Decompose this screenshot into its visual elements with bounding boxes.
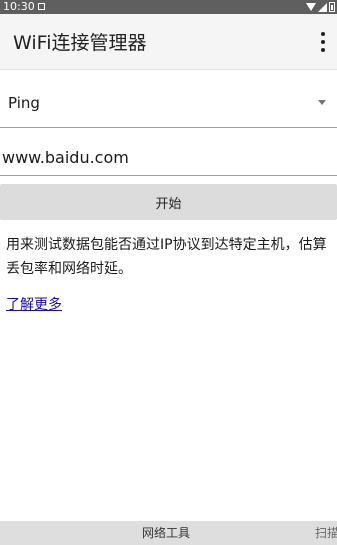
battery-icon [329, 2, 335, 12]
wifi-icon [306, 3, 316, 11]
learn-more-link[interactable]: 了解更多 [6, 293, 62, 317]
status-indicators [306, 0, 335, 14]
notification-icon [38, 3, 45, 10]
tab-scan[interactable]: 扫描 [315, 521, 337, 545]
host-input[interactable] [0, 140, 337, 176]
status-bar: 10:30 [0, 0, 337, 14]
overflow-dot [321, 48, 325, 52]
spinner-selected-value: Ping [8, 94, 40, 112]
app-title: WiFi连接管理器 [13, 32, 147, 54]
chevron-down-icon [318, 100, 326, 105]
tab-network-tools[interactable]: 网络工具 [142, 521, 190, 545]
description-text: 用来测试数据包能否通过IP协议到达特定主机，估算丢包率和网络时延。 [6, 237, 327, 277]
signal-icon [318, 2, 327, 12]
tool-spinner[interactable]: Ping [0, 80, 337, 128]
overflow-dot [321, 32, 325, 36]
more-vert-icon[interactable] [319, 32, 327, 52]
bottom-tab-bar: 网络工具 扫描 [0, 521, 337, 545]
app-bar: WiFi连接管理器 [0, 14, 337, 70]
status-time: 10:30 [3, 0, 35, 13]
overflow-dot [321, 40, 325, 44]
start-button[interactable]: 开始 [0, 184, 337, 220]
